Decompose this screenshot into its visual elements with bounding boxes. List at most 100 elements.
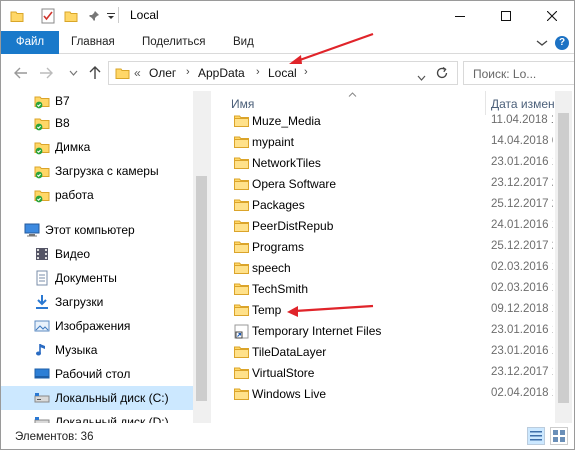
sidebar-item[interactable]: Изображения [1,314,193,338]
expand-ribbon-icon[interactable] [536,37,550,49]
folder-icon [234,366,249,379]
details-view-button[interactable] [527,427,545,445]
downloads-icon [34,294,50,310]
tab-file[interactable]: Файл [1,31,59,54]
breadcrumb-appdata[interactable]: AppData [198,66,245,80]
sidebar-item[interactable]: Видео [1,242,193,266]
folder-icon [10,7,24,25]
file-row[interactable]: PeerDistRepub 24.01.2016 1 [212,216,553,237]
file-date: 23.01.2016 1 [491,345,553,357]
file-row[interactable]: Temporary Internet Files 23.01.2016 1 [212,321,553,342]
maximize-button[interactable] [483,1,529,31]
sidebar-item-label: Документы [55,271,117,285]
up-arrow-icon[interactable] [85,63,105,83]
file-row[interactable]: Temp 09.12.2018 1 [212,300,553,321]
sidebar-item-label: Загрузки [55,295,104,309]
folder-icon [234,114,249,127]
tab-view[interactable]: Вид [233,31,254,54]
sidebar-item[interactable]: Этот компьютер [1,218,193,242]
tab-share[interactable]: Поделиться [142,31,206,54]
nav-pane-scrollbar[interactable] [193,91,210,423]
file-list-scrollbar[interactable] [555,91,572,423]
sidebar-item[interactable]: Рабочий стол [1,362,193,386]
sidebar-item[interactable]: Димка [1,135,193,159]
file-name: TechSmith [252,282,309,296]
file-row[interactable]: VirtualStore 23.12.2017 1 [212,363,553,384]
file-name: Packages [252,198,305,212]
pane-divider[interactable] [210,91,211,423]
sidebar-item[interactable]: Музыка [1,338,193,362]
file-row[interactable]: Windows Live 02.04.2018 1 [212,384,553,405]
sidebar-item[interactable]: Локальный диск (C:) [1,386,193,410]
sidebar-item-label: Локальный диск (C:) [55,391,169,405]
file-name: Muze_Media [252,114,321,128]
documents-icon [34,270,50,286]
sidebar-item-label: Загрузка с камеры [55,164,159,178]
help-icon[interactable]: ? [555,36,569,50]
navigation-pane: B7 B8 Димка Загрузка с камеры работа Этот ком… [1,89,211,429]
customize-toolbar-icon[interactable] [106,7,116,25]
file-date: 23.12.2017 2 [491,177,553,189]
breadcrumb-overflow[interactable]: « [134,66,141,80]
file-name: TileDataLayer [252,345,327,359]
folder-icon [234,387,249,400]
chevron-right-icon[interactable]: › [256,66,260,78]
file-date: 09.12.2018 1 [491,303,553,315]
scrollbar-thumb[interactable] [196,176,207,401]
folder-sync-icon [34,115,50,131]
sidebar-item[interactable]: работа [1,183,193,207]
chevron-right-icon[interactable]: › [186,66,190,78]
file-row[interactable]: TileDataLayer 23.01.2016 1 [212,342,553,363]
file-row[interactable]: TechSmith 02.03.2016 1 [212,279,553,300]
sidebar-item-label: Этот компьютер [45,223,135,237]
sidebar-item[interactable]: Загрузки [1,290,193,314]
file-row[interactable]: mypaint 14.04.2018 6 [212,132,553,153]
pin-icon[interactable] [88,7,100,25]
file-row[interactable]: Programs 25.12.2017 2 [212,237,553,258]
sidebar-item[interactable]: B7 [1,89,193,113]
tab-home[interactable]: Главная [71,31,115,54]
address-bar[interactable]: « Олег › AppData › Local › [108,61,458,85]
drive-icon [34,390,50,406]
folder-sync-icon [34,139,50,155]
file-row[interactable]: Opera Software 23.12.2017 2 [212,174,553,195]
new-folder-icon[interactable] [64,7,78,25]
column-name-header[interactable]: Имя [231,97,254,111]
recent-locations-icon[interactable] [63,63,83,83]
forward-arrow-icon[interactable] [36,63,56,83]
pictures-icon [34,318,50,334]
sidebar-item[interactable]: Документы [1,266,193,290]
breadcrumb-user[interactable]: Олег [149,66,176,80]
folder-icon [234,282,249,295]
file-date: 14.04.2018 6 [491,135,553,147]
search-input[interactable]: Поиск: Lo... [463,61,574,85]
file-row[interactable]: NetworkTiles 23.01.2016 1 [212,153,553,174]
file-date: 23.01.2016 1 [491,156,553,168]
file-date: 23.01.2016 1 [491,324,553,336]
sidebar-item[interactable]: B8 [1,111,193,135]
address-history-icon[interactable] [417,70,426,84]
breadcrumb-local[interactable]: Local [268,66,297,80]
file-row[interactable]: Packages 25.12.2017 2 [212,195,553,216]
scrollbar-thumb[interactable] [558,113,569,403]
refresh-icon[interactable] [435,66,449,83]
close-button[interactable] [529,1,574,31]
file-name: Windows Live [252,387,327,401]
file-date: 25.12.2017 2 [491,240,553,252]
file-date: 11.04.2018 1 [491,114,553,126]
file-name: Programs [252,240,305,254]
file-date: 02.04.2018 1 [491,387,553,399]
sidebar-item[interactable]: Загрузка с камеры [1,159,193,183]
status-bar: Элементов: 36 [1,423,574,449]
back-arrow-icon[interactable] [11,63,31,83]
ribbon-tabs: Файл Главная Поделиться Вид ? [1,31,574,54]
file-date: 24.01.2016 1 [491,219,553,231]
file-row[interactable]: speech 02.03.2016 1 [212,258,553,279]
minimize-button[interactable] [437,1,483,31]
file-date: 25.12.2017 2 [491,198,553,210]
column-date-header[interactable]: Дата измен [491,97,555,111]
large-icons-view-button[interactable] [550,427,568,445]
chevron-right-icon[interactable]: › [304,66,308,78]
file-row[interactable]: Muze_Media 11.04.2018 1 [212,111,553,132]
properties-icon[interactable] [41,7,55,25]
